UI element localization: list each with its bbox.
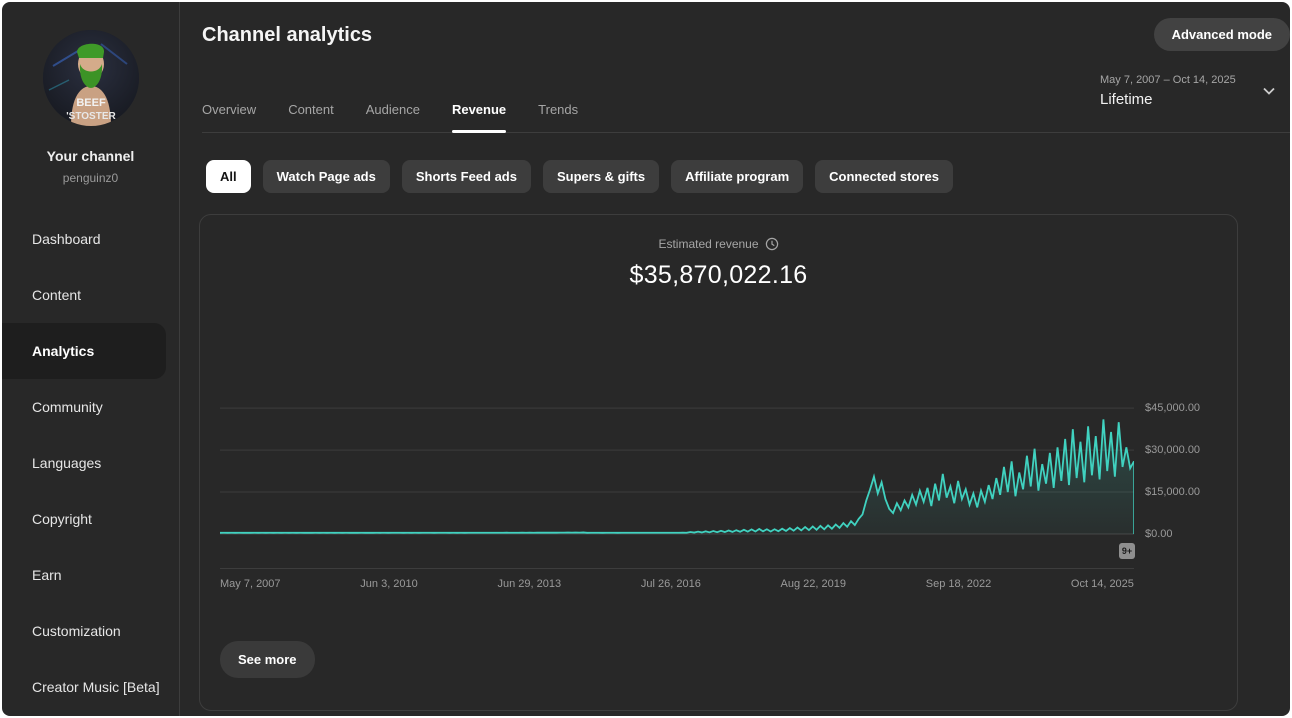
filter-chips: All Watch Page ads Shorts Feed ads Supers &… (206, 160, 1238, 193)
chip-all[interactable]: All (206, 160, 251, 193)
period-label: Lifetime (1100, 91, 1236, 108)
sidebar-item-languages[interactable]: Languages (2, 435, 166, 491)
analytics-header: Channel analytics Advanced mode Overview… (202, 2, 1290, 133)
sidebar-item-copyright[interactable]: Copyright (2, 491, 166, 547)
y-tick-label: $30,000.00 (1145, 444, 1200, 456)
clock-icon (765, 237, 779, 251)
youtube-studio-app: BEEF 'STOSTER Your channel penguinz0 Das… (2, 2, 1290, 716)
channel-avatar[interactable]: BEEF 'STOSTER (43, 30, 139, 126)
sidebar: BEEF 'STOSTER Your channel penguinz0 Das… (2, 2, 180, 716)
x-tick-label: Sep 18, 2022 (926, 578, 991, 590)
chart-row: 9+ May 7, 2007Jun 3, 2010Jun 29, 2013Jul… (200, 397, 1237, 537)
metric-value: $35,870,022.16 (200, 261, 1237, 290)
x-tick-label: May 7, 2007 (220, 578, 281, 590)
x-tick-label: Oct 14, 2025 (1071, 578, 1134, 590)
chip-shorts-feed-ads[interactable]: Shorts Feed ads (402, 160, 531, 193)
y-tick-label: $15,000.00 (1145, 486, 1200, 498)
see-more-button[interactable]: See more (220, 641, 315, 678)
revenue-area-fill (220, 419, 1134, 534)
sidebar-nav: DashboardContentAnalyticsCommunityLangua… (2, 211, 179, 715)
advanced-mode-button[interactable]: Advanced mode (1154, 18, 1290, 51)
date-range-text: May 7, 2007 – Oct 14, 2025 Lifetime (1100, 74, 1236, 108)
chevron-down-icon (1262, 84, 1276, 98)
chip-affiliate-program[interactable]: Affiliate program (671, 160, 803, 193)
chip-watch-page-ads[interactable]: Watch Page ads (263, 160, 390, 193)
sidebar-item-earn[interactable]: Earn (2, 547, 166, 603)
sidebar-item-creator-music-beta[interactable]: Creator Music [Beta] (2, 659, 166, 715)
revenue-chart-card: Estimated revenue $35,870,022.16 9+ May … (199, 214, 1238, 711)
tab-overview[interactable]: Overview (202, 102, 256, 132)
annotations-badge[interactable]: 9+ (1119, 543, 1135, 559)
page-title: Channel analytics (202, 24, 372, 47)
analytics-tabs: Overview Content Audience Revenue Trends (202, 102, 610, 132)
sidebar-item-analytics[interactable]: Analytics (2, 323, 166, 379)
main-content: Channel analytics Advanced mode Overview… (180, 2, 1290, 716)
avatar-image: BEEF 'STOSTER (43, 30, 139, 126)
x-tick-label: Jun 29, 2013 (498, 578, 562, 590)
avatar-caption-line1: BEEF (76, 97, 106, 109)
sidebar-item-community[interactable]: Community (2, 379, 166, 435)
sidebar-item-customization[interactable]: Customization (2, 603, 166, 659)
channel-name: Your channel (2, 148, 179, 164)
y-tick-label: $0.00 (1145, 528, 1173, 540)
chip-supers-gifts[interactable]: Supers & gifts (543, 160, 659, 193)
revenue-chart[interactable]: 9+ May 7, 2007Jun 3, 2010Jun 29, 2013Jul… (220, 397, 1134, 537)
date-range-label: May 7, 2007 – Oct 14, 2025 (1100, 74, 1236, 86)
metric-header: Estimated revenue $35,870,022.16 (200, 235, 1237, 290)
x-axis-line (220, 568, 1134, 569)
sidebar-item-dashboard[interactable]: Dashboard (2, 211, 166, 267)
x-tick-label: Jul 26, 2016 (641, 578, 701, 590)
revenue-area-chart (220, 397, 1134, 537)
date-range-picker[interactable]: May 7, 2007 – Oct 14, 2025 Lifetime (1100, 74, 1290, 108)
tab-revenue[interactable]: Revenue (452, 102, 506, 132)
chip-connected-stores[interactable]: Connected stores (815, 160, 953, 193)
tab-content[interactable]: Content (288, 102, 334, 132)
tab-trends[interactable]: Trends (538, 102, 578, 132)
tab-audience[interactable]: Audience (366, 102, 420, 132)
avatar-caption-line2: 'STOSTER (66, 111, 116, 122)
metric-label: Estimated revenue (658, 237, 758, 251)
y-tick-label: $45,000.00 (1145, 402, 1200, 414)
sidebar-item-content[interactable]: Content (2, 267, 166, 323)
x-tick-label: Jun 3, 2010 (360, 578, 418, 590)
x-tick-label: Aug 22, 2019 (781, 578, 846, 590)
y-axis-labels: $45,000.00 $30,000.00 $15,000.00 $0.00 (1134, 397, 1237, 537)
channel-handle: penguinz0 (2, 171, 179, 185)
x-axis-labels: May 7, 2007 Jun 3, 2010 Jun 29, 2013 Jul 26… (220, 578, 1134, 590)
